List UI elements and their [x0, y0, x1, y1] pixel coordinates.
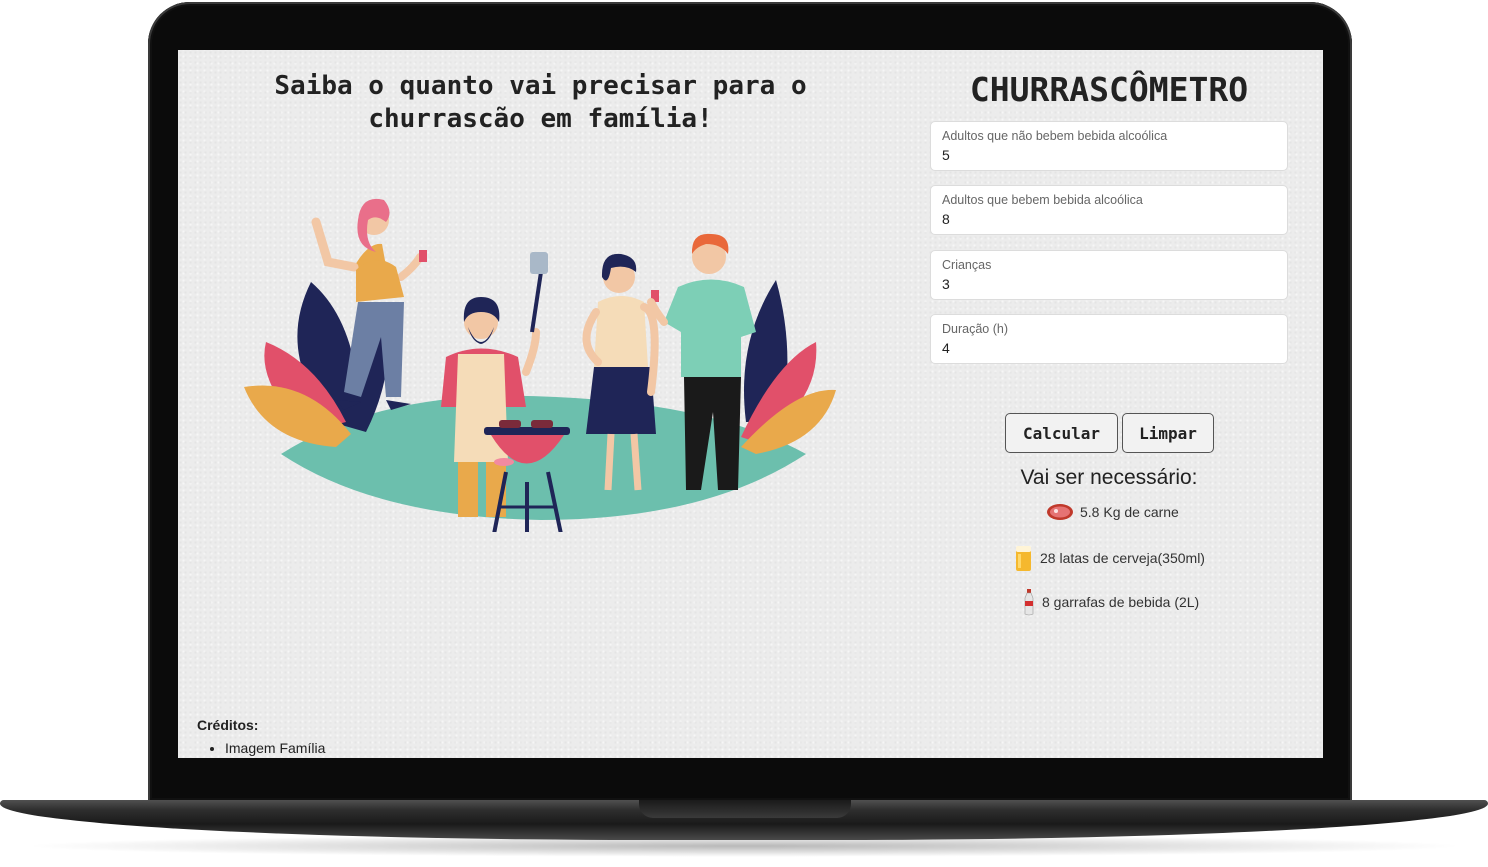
family-barbecue-illustration	[244, 198, 836, 532]
credits-title: Créditos:	[197, 717, 259, 733]
credits-list: Imagem Família	[197, 739, 325, 757]
result-meat-text: 5.8 Kg de carne	[1080, 504, 1179, 520]
browser-viewport: Saiba o quanto vai precisar para o churr…	[178, 50, 1323, 758]
page-headline: Saiba o quanto vai precisar para o churr…	[238, 70, 843, 136]
results-title: Vai ser necessário:	[1020, 466, 1198, 489]
field-children[interactable]: Crianças 3	[930, 250, 1288, 300]
field-duration[interactable]: Duração (h) 4	[930, 314, 1288, 364]
clear-button[interactable]: Limpar	[1122, 413, 1214, 453]
credit-link-family-image[interactable]: Imagem Família	[225, 739, 325, 757]
field-label: Adultos que bebem bebida alcoólica	[942, 193, 1143, 207]
field-label: Crianças	[942, 258, 992, 272]
result-drink-text: 8 garrafas de bebida (2L)	[1042, 594, 1200, 610]
field-value[interactable]: 5	[942, 147, 950, 163]
field-adults-non-drinking[interactable]: Adultos que não bebem bebida alcoólica 5	[930, 121, 1288, 171]
meat-icon	[1047, 504, 1073, 520]
headline-line-1: Saiba o quanto vai precisar para o	[274, 71, 807, 101]
field-adults-drinking[interactable]: Adultos que bebem bebida alcoólica 8	[930, 185, 1288, 235]
credits-section: Créditos: Imagem Família	[197, 717, 325, 757]
bottle-icon	[1024, 589, 1034, 616]
laptop-notch	[639, 800, 851, 818]
field-value[interactable]: 3	[942, 276, 950, 292]
result-drink: 8 garrafas de bebida (2L)	[1022, 588, 1199, 616]
field-label: Adultos que não bebem bebida alcoólica	[942, 129, 1168, 143]
result-beer: 28 latas de cerveja(350ml)	[1014, 544, 1205, 572]
calculate-button[interactable]: Calcular	[1005, 413, 1118, 453]
field-value[interactable]: 4	[942, 340, 950, 356]
result-beer-text: 28 latas de cerveja(350ml)	[1040, 550, 1205, 566]
headline-line-2: churrascão em família!	[368, 104, 713, 134]
field-value[interactable]: 8	[942, 211, 950, 227]
result-meat: 5.8 Kg de carne	[1046, 502, 1179, 522]
field-label: Duração (h)	[942, 322, 1008, 336]
app-title: CHURRASCÔMETRO	[969, 70, 1249, 109]
beer-icon	[1016, 546, 1031, 571]
